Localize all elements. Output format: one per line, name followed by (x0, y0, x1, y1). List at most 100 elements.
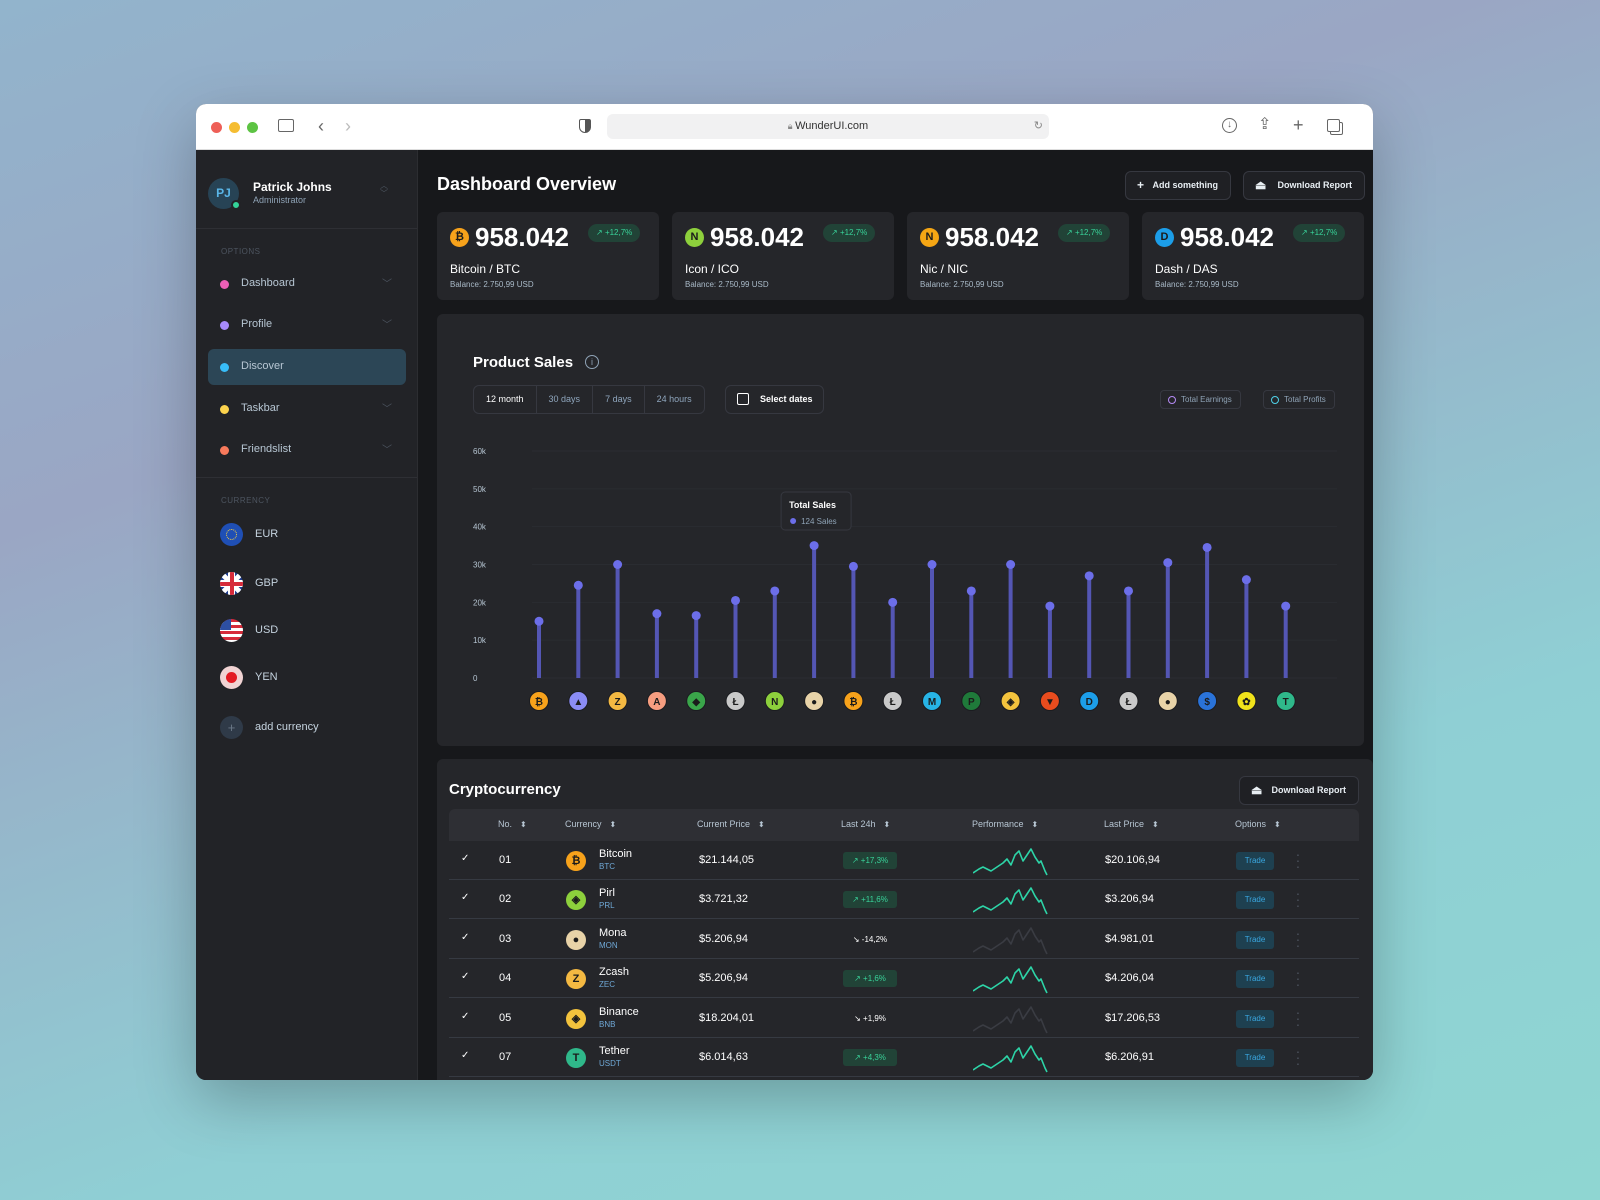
table-row[interactable]: ✓ 04 Z Zcash ZEC $5.206,94 ↗ +1,6% $4.20… (449, 959, 1359, 999)
download-icon[interactable]: ↓ (1222, 118, 1237, 133)
row-checkbox[interactable]: ✓ (461, 892, 469, 903)
x-coin-glyph: ▲ (573, 697, 583, 708)
chevron-down-icon[interactable]: ﹀ (382, 441, 392, 456)
lock-icon: 🔒︎ (787, 121, 796, 131)
currency-item-yen[interactable]: YEN (220, 666, 380, 692)
more-options-icon[interactable]: · · · (1294, 965, 1302, 991)
nav-dot-icon (220, 405, 229, 414)
column-last-24h[interactable]: Last 24h ⬍ (841, 819, 890, 829)
share-icon[interactable]: ⇪ (1258, 117, 1271, 133)
sidebar-item-discover[interactable]: Discover (208, 349, 406, 385)
change-badge: ↗ +12,7% (588, 224, 641, 242)
table-download-report-button[interactable]: ⏏ Download Report (1239, 776, 1359, 805)
column-current-price[interactable]: Current Price ⬍ (697, 819, 765, 829)
row-checkbox[interactable]: ✓ (461, 1050, 469, 1061)
more-options-icon[interactable]: · · · (1294, 847, 1302, 873)
table-row[interactable]: ✓ 03 ● Mona MON $5.206,94 ↘ -14,2% $4.98… (449, 920, 1359, 959)
back-icon[interactable]: ‹ (318, 117, 324, 135)
reload-icon[interactable]: ↻ (1034, 114, 1043, 139)
chevron-down-icon[interactable]: ﹀ (382, 316, 392, 331)
sidebar-item-taskbar[interactable]: Taskbar ﹀ (208, 391, 406, 427)
sort-icon: ⬍ (1031, 820, 1039, 829)
japan-flag-icon (220, 666, 243, 689)
bar-dot (691, 611, 701, 621)
change-badge: ↗ +11,6% (843, 891, 897, 909)
nav-label: Profile (241, 318, 273, 330)
row-number: 04 (499, 972, 512, 985)
sidebar-item-friendslist[interactable]: Friendslist ﹀ (208, 432, 406, 468)
expand-collapse-icon[interactable]: ︿ ﹀ (380, 182, 388, 198)
bar-dot (848, 561, 858, 571)
table-row[interactable]: ✓ 01 ₿ Bitcoin BTC $21.144,05 ↗ +17,3% $… (449, 841, 1359, 880)
table-row[interactable]: ✓ 05 ◈ Binance BNB $18.204,01 ↘ +1,9% $1… (449, 999, 1359, 1038)
currency-item-usd[interactable]: USD (220, 619, 380, 645)
x-coin-glyph: ◈ (1006, 697, 1015, 708)
new-tab-icon[interactable]: + (1293, 116, 1304, 134)
trade-button[interactable]: Trade (1236, 852, 1274, 870)
nav-label: Taskbar (241, 402, 280, 414)
coin-stat-card[interactable]: ₿ 958.042 ↗ +12,7% Bitcoin / BTC Balance… (437, 212, 659, 300)
sort-icon: ⬍ (758, 820, 765, 829)
row-checkbox[interactable]: ✓ (461, 932, 469, 943)
row-checkbox[interactable]: ✓ (461, 971, 469, 982)
trend-up-icon: ↗ (596, 228, 605, 237)
uk-flag-icon (220, 572, 243, 595)
currency-item-gbp[interactable]: GBP (220, 572, 380, 598)
chevron-down-icon[interactable]: ﹀ (382, 275, 392, 290)
column-options[interactable]: Options ⬍ (1235, 819, 1281, 829)
currency-item-eur[interactable]: EUR (220, 523, 380, 549)
sidebar-item-profile[interactable]: Profile ﹀ (208, 307, 406, 343)
bar (1244, 579, 1249, 678)
trade-button[interactable]: Trade (1236, 1009, 1274, 1028)
button-label: Add something (1152, 180, 1219, 190)
chevron-down-icon[interactable]: ﹀ (382, 400, 392, 415)
current-price: $21.144,05 (699, 854, 755, 866)
table-row[interactable]: ✓ 02 ◈ Pirl PRL $3.721,32 ↗ +11,6% $3.20… (449, 880, 1359, 920)
coin-icon: ● (566, 929, 586, 950)
row-checkbox[interactable]: ✓ (461, 1011, 469, 1022)
column-currency[interactable]: Currency ⬍ (565, 819, 616, 829)
more-options-icon[interactable]: · · · (1294, 1044, 1302, 1070)
trade-button[interactable]: Trade (1236, 930, 1274, 949)
avatar: PJ (208, 178, 241, 210)
sidebar-item-dashboard[interactable]: Dashboard ﹀ (208, 266, 406, 302)
performance-sparkline (973, 887, 1048, 915)
forward-icon[interactable]: › (345, 117, 351, 135)
column-performance[interactable]: Performance ⬍ (972, 819, 1038, 829)
bar-dot (731, 595, 740, 605)
address-bar[interactable]: 🔒︎ WunderUI.com ↻ (607, 114, 1049, 139)
x-coin-glyph: ● (1165, 697, 1171, 708)
trade-button[interactable]: Trade (1236, 970, 1274, 989)
bar (1087, 575, 1092, 678)
coin-stat-card[interactable]: D 958.042 ↗ +12,7% Dash / DAS Balance: 2… (1142, 212, 1364, 300)
more-options-icon[interactable]: · · · (1294, 926, 1302, 952)
close-window-button[interactable] (211, 122, 222, 133)
add-something-button[interactable]: + Add something (1125, 171, 1231, 200)
bar (537, 621, 541, 678)
maximize-window-button[interactable] (247, 122, 258, 133)
coin-name: Icon / ICO (685, 262, 740, 276)
performance-sparkline (973, 848, 1048, 876)
coin-stat-card[interactable]: N 958.042 ↗ +12,7% Icon / ICO Balance: 2… (672, 212, 894, 300)
shield-icon[interactable] (579, 119, 591, 133)
trade-button[interactable]: Trade (1236, 1049, 1274, 1067)
column-no[interactable]: No. ⬍ (498, 819, 527, 829)
column-last-price[interactable]: Last Price ⬍ (1104, 819, 1159, 829)
add-currency-button[interactable]: + add currency (220, 716, 380, 742)
sidebar-toggle-icon[interactable] (278, 119, 294, 132)
coin-icon: T (566, 1048, 586, 1068)
tabs-icon[interactable] (1327, 119, 1340, 132)
current-price: $6.014,63 (699, 1051, 748, 1063)
row-checkbox[interactable]: ✓ (461, 853, 469, 864)
more-options-icon[interactable]: · · · (1294, 1005, 1302, 1031)
plus-icon: + (1137, 178, 1145, 192)
trade-button[interactable]: Trade (1236, 891, 1274, 910)
more-options-icon[interactable]: · · · (1294, 886, 1302, 912)
x-coin-glyph: Z (615, 697, 621, 708)
coin-icon: N (685, 228, 704, 247)
coin-stat-card[interactable]: N 958.042 ↗ +12,7% Nic / NIC Balance: 2.… (907, 212, 1129, 300)
coin-balance: Balance: 2.750,99 USD (1155, 280, 1239, 289)
minimize-window-button[interactable] (229, 122, 240, 133)
download-report-button[interactable]: ⏏ Download Report (1243, 171, 1365, 200)
table-row[interactable]: ✓ 07 T Tether USDT $6.014,63 ↗ +4,3% $6.… (449, 1038, 1359, 1077)
